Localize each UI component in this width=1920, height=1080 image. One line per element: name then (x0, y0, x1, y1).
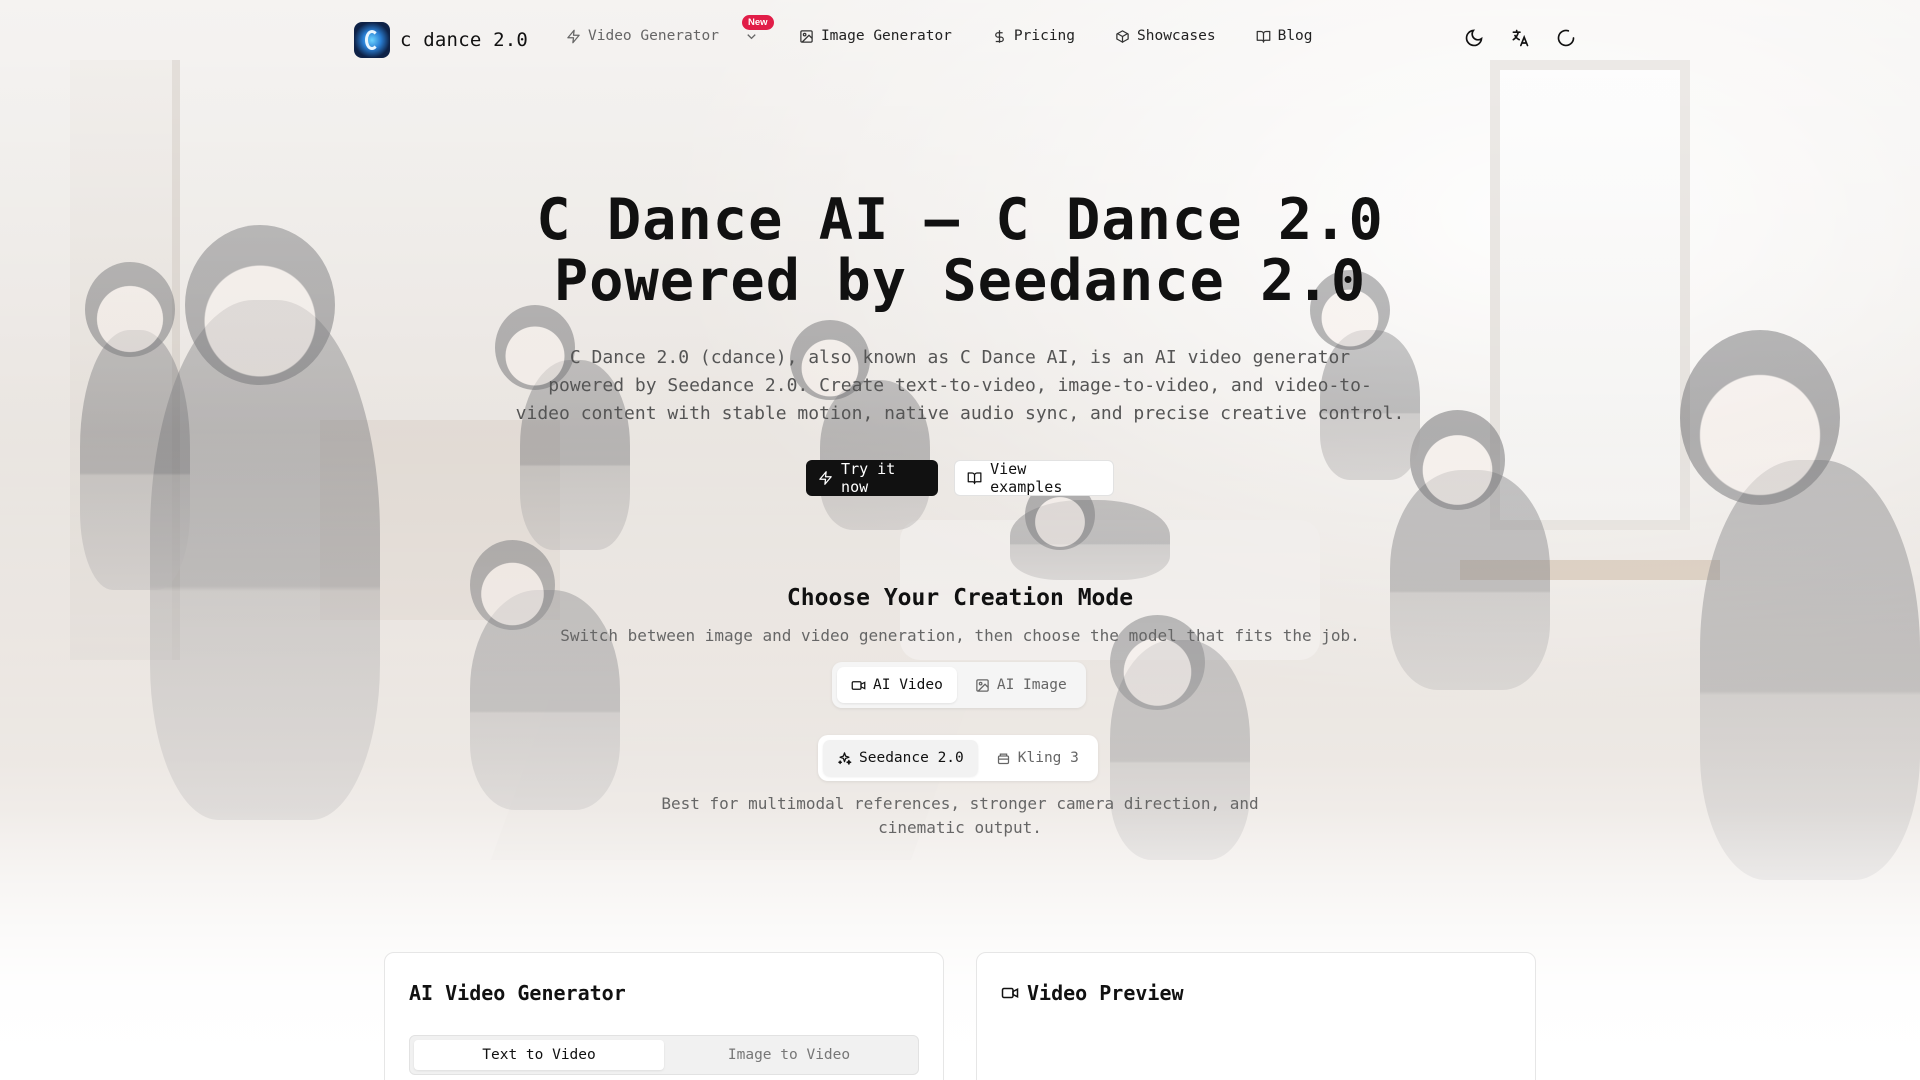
box-icon (1116, 29, 1129, 43)
hero-title-line-1: C Dance AI — C Dance 2.0 (536, 187, 1384, 253)
zap-icon (819, 471, 832, 485)
view-examples-button[interactable]: View examples (954, 460, 1114, 496)
nav-showcases-label: Showcases (1137, 28, 1216, 44)
kling-option[interactable]: Kling 3 (982, 740, 1093, 776)
nav-image-generator-label: Image Generator (820, 28, 952, 44)
ai-image-label: AI Image (996, 677, 1067, 693)
loading-icon (1557, 29, 1575, 47)
moon-icon[interactable] (1464, 28, 1484, 48)
video-preview-card: Video Preview (976, 952, 1536, 1080)
seedance-option[interactable]: Seedance 2.0 (823, 740, 978, 776)
try-it-now-label: Try it now (841, 460, 896, 496)
nav-actions (1464, 28, 1576, 48)
hero-title-line-2: Powered by Seedance 2.0 (553, 248, 1367, 314)
hero-subtitle-line-3: video content with stable motion, native… (515, 403, 1405, 424)
video-preview-title: Video Preview (1027, 981, 1184, 1005)
model-description-line-2: cinematic output. (878, 818, 1042, 837)
chevron-down-icon[interactable] (744, 29, 759, 44)
nav-image-generator[interactable]: Image Generator (799, 28, 952, 44)
generator-tabs: Text to Video Image to Video (409, 1035, 919, 1075)
zap-icon (567, 29, 580, 43)
video-icon (851, 680, 866, 690)
video-generator-card: AI Video Generator Text to Video Image t… (384, 952, 944, 1080)
model-description: Best for multimodal references, stronger… (640, 792, 1280, 840)
nav-pricing-label: Pricing (1013, 28, 1076, 44)
new-badge: New (742, 15, 774, 30)
creation-type-switch: AI Video AI Image (832, 662, 1086, 708)
translate-icon[interactable] (1510, 28, 1530, 48)
layers-icon (997, 753, 1009, 764)
ai-video-option[interactable]: AI Video (837, 667, 957, 703)
nav-blog[interactable]: Blog (1256, 28, 1313, 44)
seedance-label: Seedance 2.0 (859, 750, 964, 766)
tab-text-to-video[interactable]: Text to Video (414, 1040, 664, 1070)
brand[interactable]: c dance 2.0 (354, 22, 528, 58)
nav-video-generator[interactable]: Video Generator New (566, 15, 774, 44)
image-icon (976, 678, 989, 692)
video-preview-heading: Video Preview (1001, 981, 1184, 1005)
brand-name: c dance 2.0 (400, 29, 529, 51)
book-open-icon (967, 472, 982, 485)
creation-mode-title: Choose Your Creation Mode (786, 585, 1134, 611)
hero-subtitle: C Dance 2.0 (cdance), also known as C Da… (510, 344, 1410, 428)
book-open-icon (1256, 30, 1270, 43)
hero-title: C Dance AI — C Dance 2.0 Powered by Seed… (0, 190, 1920, 312)
video-generator-title: AI Video Generator (409, 981, 626, 1005)
sparkles-icon (838, 751, 852, 765)
kling-label: Kling 3 (1017, 750, 1079, 766)
top-navigation: c dance 2.0 Video Generator New Image Ge… (0, 0, 1920, 78)
background-veil (0, 0, 1920, 1080)
tab-image-to-video[interactable]: Image to Video (664, 1040, 914, 1070)
nav-blog-label: Blog (1277, 28, 1313, 44)
video-icon (1001, 987, 1019, 999)
ai-image-option[interactable]: AI Image (961, 667, 1081, 703)
image-icon (800, 29, 813, 43)
hero-subtitle-line-1: C Dance 2.0 (cdance), also known as C Da… (569, 347, 1351, 368)
creation-mode-subtitle: Switch between image and video generatio… (560, 626, 1360, 645)
nav-showcases[interactable]: Showcases (1115, 28, 1216, 44)
ai-video-label: AI Video (873, 677, 943, 693)
dollar-icon (995, 29, 1004, 43)
model-switch: Seedance 2.0 Kling 3 (818, 735, 1098, 781)
model-description-line-1: Best for multimodal references, stronger… (661, 794, 1259, 813)
nav-menu: Video Generator New Image Generator Pric… (566, 15, 1353, 44)
nav-pricing[interactable]: Pricing (992, 28, 1075, 44)
hero-subtitle-line-2: powered by Seedance 2.0. Create text-to-… (548, 375, 1372, 396)
try-it-now-button[interactable]: Try it now (806, 460, 938, 496)
view-examples-label: View examples (990, 460, 1063, 496)
nav-video-generator-label: Video Generator (588, 28, 719, 44)
brand-logo-icon (354, 22, 390, 58)
